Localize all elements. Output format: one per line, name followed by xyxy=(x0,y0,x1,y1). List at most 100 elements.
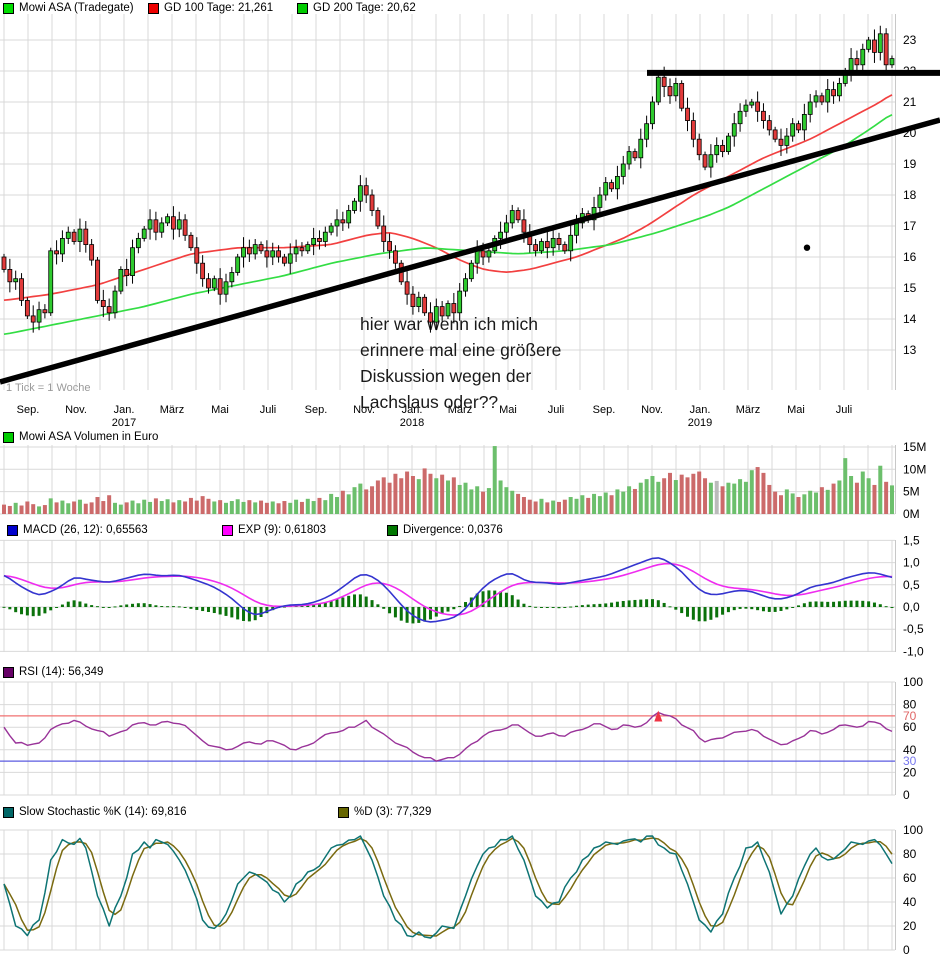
divergence-bar xyxy=(727,607,730,612)
rsi-legend-label: RSI (14): 56,349 xyxy=(19,666,103,678)
gd100-line xyxy=(4,95,892,300)
divergence-bar xyxy=(84,604,87,607)
rsi-layer xyxy=(0,711,895,762)
volume-bar xyxy=(405,472,409,514)
dot-marker[interactable] xyxy=(804,245,810,251)
candle xyxy=(849,59,853,71)
volume-bar xyxy=(78,500,82,514)
candle xyxy=(101,300,105,306)
x-axis-tick: Sep. xyxy=(593,404,616,416)
x-axis-year: 2018 xyxy=(400,417,424,429)
volume-bar xyxy=(218,500,222,514)
volume-bar xyxy=(253,502,257,514)
divergence-bar xyxy=(365,597,368,607)
divergence-bar xyxy=(137,603,140,607)
candle xyxy=(808,102,812,114)
candle xyxy=(802,114,806,129)
candle xyxy=(195,248,199,264)
divergence-bar xyxy=(14,607,17,612)
candle xyxy=(66,232,70,238)
mowi-swatch-icon xyxy=(3,3,14,14)
divergence-bar xyxy=(236,607,239,619)
divergence-bar xyxy=(698,607,701,621)
divergence-bar xyxy=(557,607,560,608)
annotation-line: Lachslaus oder?? xyxy=(360,392,498,412)
divergence-bar xyxy=(102,607,105,608)
y-axis-tick: 80 xyxy=(903,847,917,861)
divergence-bar xyxy=(686,607,689,617)
volume-bar xyxy=(627,486,631,514)
candle xyxy=(440,307,444,316)
tick-interval-note: 1 Tick = 1 Woche xyxy=(6,382,90,394)
y-axis-tick: 20 xyxy=(903,919,917,933)
volume-bar xyxy=(101,501,105,514)
volume-bar xyxy=(709,483,713,514)
candle xyxy=(861,49,865,65)
volume-bar xyxy=(113,503,117,514)
volume-bar xyxy=(428,474,432,514)
candle xyxy=(84,229,88,245)
candle xyxy=(72,232,76,241)
volume-bar xyxy=(72,501,76,514)
volume-bar xyxy=(797,497,801,514)
volume-bar xyxy=(645,479,649,514)
divergence-bar xyxy=(154,605,157,607)
x-axis-year: 2017 xyxy=(112,417,136,429)
candle xyxy=(411,294,415,306)
divergence-bar xyxy=(657,600,660,607)
y-axis-tick: 18 xyxy=(903,188,917,202)
volume-bar xyxy=(14,503,18,514)
candle xyxy=(393,251,397,263)
volume-bar xyxy=(703,478,707,514)
divergence-bar xyxy=(341,597,344,607)
volume-bar xyxy=(8,506,12,514)
volume-bar xyxy=(715,481,719,514)
volume-bar xyxy=(265,503,269,514)
volume-bar xyxy=(598,496,602,514)
divergence-bar xyxy=(575,606,578,607)
divergence-bar xyxy=(493,591,496,607)
y-axis-tick: 60 xyxy=(903,720,917,734)
divergence-bar xyxy=(184,607,187,608)
divergence-bar xyxy=(382,607,385,609)
y-axis-tick: 0,0 xyxy=(903,600,920,614)
candle xyxy=(820,96,824,102)
volume-bar xyxy=(592,494,596,514)
volume-bar xyxy=(20,506,24,514)
volume-bar xyxy=(791,493,795,514)
candle xyxy=(166,217,170,223)
divergence-bar xyxy=(452,607,455,609)
candle xyxy=(645,124,649,140)
y-axis-tick: 0 xyxy=(903,788,910,802)
divergence-bar xyxy=(90,605,93,607)
candle xyxy=(837,83,841,95)
volume-bar xyxy=(119,505,123,514)
volume-bar xyxy=(580,495,584,514)
x-axis-tick: Jan. xyxy=(114,404,135,416)
divergence-bar xyxy=(815,601,818,607)
candle xyxy=(43,310,47,313)
legend-item-exp: EXP (9): 0,61803 xyxy=(222,524,326,536)
candle xyxy=(329,226,333,232)
divergence-bar xyxy=(505,593,508,607)
candle xyxy=(306,245,310,251)
volume-bar xyxy=(236,499,240,514)
divergence-bar xyxy=(779,607,782,611)
candle xyxy=(119,269,123,291)
stoch-k-legend-label: Slow Stochastic %K (14): 69,816 xyxy=(19,806,186,818)
volume-bar xyxy=(499,480,503,514)
divergence-bar xyxy=(744,607,747,609)
divergence-bar xyxy=(867,601,870,607)
rsi-line xyxy=(4,713,892,762)
divergence-bar xyxy=(622,601,625,607)
volume-bar xyxy=(674,480,678,514)
volume-bar xyxy=(516,494,520,514)
divergence-bar xyxy=(528,606,531,607)
candle xyxy=(428,313,432,322)
volume-bar xyxy=(662,478,666,514)
candle xyxy=(557,238,561,244)
candle xyxy=(598,195,602,207)
annotation-text: hier war wenn ich micherinnere mal eine … xyxy=(360,314,561,412)
candle xyxy=(335,220,339,226)
divergence-bar xyxy=(347,596,350,607)
